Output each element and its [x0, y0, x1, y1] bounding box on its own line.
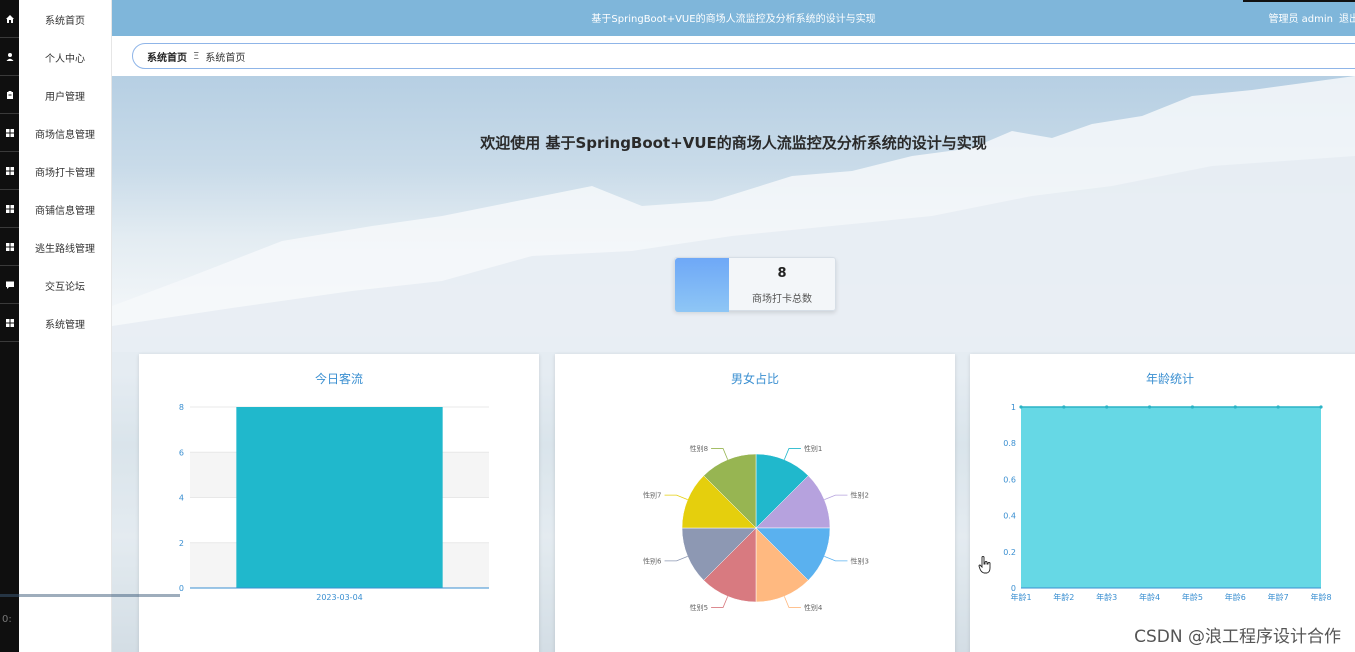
grid-icon[interactable] [0, 228, 19, 266]
chat-icon[interactable] [0, 266, 19, 304]
hand-cursor-icon [978, 556, 991, 574]
chart-card-traffic: 今日客流 0 2 4 6 8 2023-03-04 [139, 354, 539, 652]
y-tick-label: 8 [179, 403, 184, 412]
data-point [1147, 405, 1152, 409]
data-point [1105, 405, 1109, 409]
pie-slice-label: 性别5 [690, 603, 708, 612]
video-progress-bar [0, 594, 180, 597]
area-chart: 0 0.2 0.4 0.6 0.8 1 年龄1 年龄2 年龄3 年龄4 年龄5 年龄6 年龄7 年龄8 [1003, 403, 1331, 602]
breadcrumb-current: 系统首页 [205, 52, 246, 64]
area-fill [1021, 407, 1321, 588]
x-tick-label: 年龄2 [1053, 592, 1074, 602]
y-tick-label: 0 [179, 584, 184, 593]
pie-slice-label: 性别1 [804, 444, 822, 453]
bar [236, 407, 443, 588]
home-icon[interactable] [0, 0, 19, 38]
clipboard-icon[interactable] [0, 76, 19, 114]
y-tick-label: 0 [1011, 584, 1016, 593]
stat-card-icon [675, 258, 729, 312]
sidebar-menu: 系统首页 个人中心 用户管理 商场信息管理 商场打卡管理 商铺信息管理 逃生路线… [19, 0, 112, 652]
data-point [1233, 405, 1237, 409]
bar-chart: 0 2 4 6 8 2023-03-04 [179, 403, 489, 602]
pie-slice-label: 性别4 [804, 603, 823, 612]
pie-leader-line [783, 448, 801, 460]
y-tick-label: 0.4 [1003, 512, 1016, 521]
x-tick-label: 2023-03-04 [316, 593, 363, 602]
sidebar-item-system[interactable]: 系统管理 [19, 304, 111, 342]
y-tick-label: 4 [179, 494, 184, 503]
pie-slice-label: 性别3 [850, 556, 868, 565]
sidebar-item-escape-route[interactable]: 逃生路线管理 [19, 228, 111, 266]
pie-leader-line [664, 494, 688, 501]
pie-leader-line [711, 596, 729, 608]
header-corner-bar [1243, 0, 1355, 2]
sidebar-item-home[interactable]: 系统首页 [19, 0, 111, 38]
app-title: 基于SpringBoot+VUE的商场人流监控及分析系统的设计与实现 [591, 14, 876, 25]
logout-link[interactable]: 退出 [1339, 10, 1355, 25]
x-tick-label: 年龄4 [1139, 592, 1160, 602]
stat-value: 8 [777, 266, 787, 281]
sidebar-item-profile[interactable]: 个人中心 [19, 38, 111, 76]
pie-slice-label: 性别2 [850, 491, 868, 500]
icon-strip [0, 0, 19, 652]
y-tick-label: 0.8 [1003, 439, 1016, 448]
chart-card-age: 年龄统计 0 0.2 0.4 0.6 0.8 1 年龄1 年龄2 年龄3 年龄4 年龄5 年龄6 年龄7… [970, 354, 1355, 652]
stat-card: 8 商场打卡总数 [674, 257, 836, 312]
grid-icon[interactable] [0, 152, 19, 190]
data-point [1190, 405, 1195, 409]
pie-leader-line [783, 596, 801, 608]
top-header: 基于SpringBoot+VUE的商场人流监控及分析系统的设计与实现 管理员 a… [112, 0, 1355, 36]
sidebar-item-shop-info[interactable]: 商铺信息管理 [19, 190, 111, 228]
breadcrumb-home[interactable]: 系统首页 [147, 49, 187, 64]
welcome-heading: 欢迎使用 基于SpringBoot+VUE的商场人流监控及分析系统的设计与实现 [480, 134, 987, 152]
data-point [1019, 405, 1023, 409]
data-point [1062, 405, 1066, 409]
sidebar-item-mall-info[interactable]: 商场信息管理 [19, 114, 111, 152]
y-tick-label: 6 [179, 448, 184, 457]
user-icon[interactable] [0, 38, 19, 76]
pie-leader-line [824, 555, 848, 562]
sidebar-item-users[interactable]: 用户管理 [19, 76, 111, 114]
sidebar-item-mall-checkin[interactable]: 商场打卡管理 [19, 152, 111, 190]
x-tick-label: 年龄6 [1225, 592, 1246, 602]
y-tick-label: 0.2 [1003, 548, 1016, 557]
grid-icon[interactable] [0, 304, 19, 342]
data-point [1319, 405, 1323, 409]
x-tick-label: 年龄7 [1268, 592, 1289, 602]
x-tick-label: 年龄8 [1310, 592, 1331, 602]
breadcrumb-separator-icon: Ξ [193, 50, 200, 62]
y-tick-label: 1 [1011, 403, 1016, 412]
x-tick-label: 年龄5 [1182, 592, 1203, 602]
pie-slice-label: 性别7 [643, 491, 661, 500]
sidebar-item-forum[interactable]: 交互论坛 [19, 266, 111, 304]
pie-leader-line [664, 555, 688, 562]
pie-slice-label: 性别8 [690, 444, 708, 453]
data-point [1276, 405, 1280, 409]
pie-slice-label: 性别6 [643, 556, 662, 565]
pie-chart: 性别1 性别2 性别3 性别4 性别5 性别6 性别7 性别8 [643, 444, 869, 612]
pie-leader-line [711, 448, 729, 460]
dashboard-main: 欢迎使用 基于SpringBoot+VUE的商场人流监控及分析系统的设计与实现 … [112, 76, 1355, 652]
corner-text: 0: [2, 614, 12, 625]
stat-label: 商场打卡总数 [752, 294, 812, 305]
breadcrumb-bar: 系统首页 Ξ 系统首页 [112, 36, 1355, 76]
x-tick-label: 年龄1 [1010, 592, 1031, 602]
grid-icon[interactable] [0, 114, 19, 152]
x-tick-label: 年龄3 [1096, 592, 1117, 602]
watermark: CSDN @浪工程序设计合作 [1134, 627, 1341, 647]
y-tick-label: 0.6 [1003, 475, 1016, 484]
grid-icon[interactable] [0, 190, 19, 228]
current-user: 管理员 admin [1268, 14, 1333, 25]
y-tick-label: 2 [179, 539, 184, 548]
breadcrumb: 系统首页 Ξ 系统首页 [132, 43, 1355, 69]
chart-card-gender: 男女占比 性别1 性别2 性别3 性别4 性别5 性别6 性别7 性别8 [555, 354, 955, 652]
pie-leader-line [824, 494, 848, 501]
